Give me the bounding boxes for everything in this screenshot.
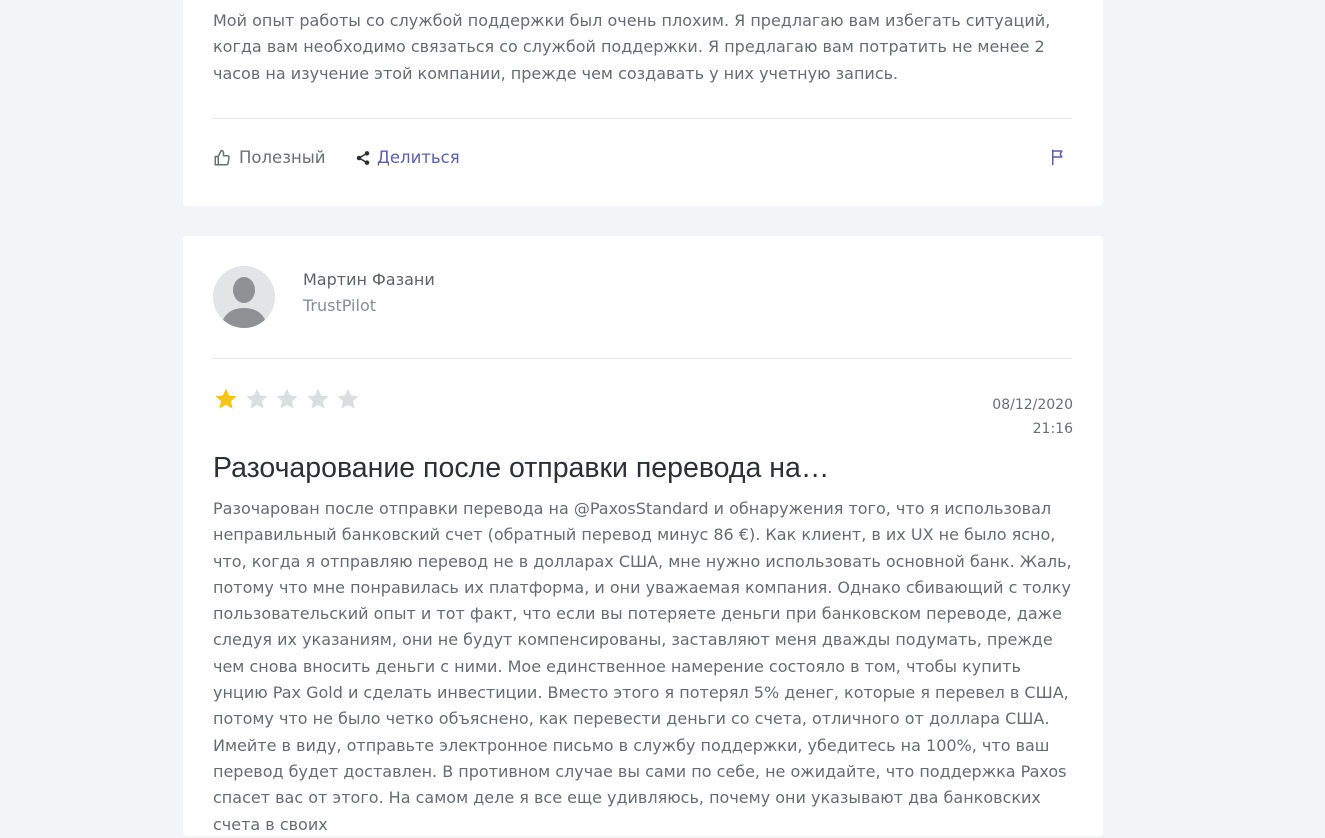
author-name: Мартин Фазани — [303, 270, 435, 289]
share-icon — [355, 150, 371, 166]
avatar — [213, 266, 275, 328]
review-text: Разочарован после отправки перевода на @… — [213, 499, 1072, 834]
flag-icon — [1049, 149, 1067, 170]
share-button[interactable]: Делиться — [355, 148, 460, 167]
thumbs-up-icon — [213, 149, 231, 167]
helpful-label: Полезный — [239, 148, 326, 167]
star-filled-icon — [215, 388, 237, 409]
review-source: TrustPilot — [303, 296, 376, 315]
star-rating — [213, 386, 366, 412]
review-text: Мой опыт работы со службой поддержки был… — [213, 11, 1051, 83]
star-empty-icon — [245, 388, 268, 409]
review-time-value: 21:16 — [1032, 421, 1073, 437]
star-empty-icon — [306, 388, 329, 409]
user-silhouette-icon — [213, 266, 275, 328]
report-button[interactable] — [1049, 148, 1067, 170]
star-empty-icon — [276, 388, 298, 409]
star-empty-icon — [337, 388, 359, 409]
review-title: Разочарование после отправки перевода на… — [213, 452, 830, 484]
helpful-button[interactable]: Полезный — [213, 148, 326, 167]
share-label: Делиться — [377, 148, 460, 167]
review-date: 08/12/2020 21:16 — [992, 393, 1073, 441]
review-card: Мой опыт работы со службой поддержки был… — [183, 0, 1103, 206]
review-date-value: 08/12/2020 — [992, 397, 1073, 413]
divider — [212, 118, 1072, 119]
review-card: Мартин Фазани TrustPilot 08/12/2020 21:1… — [183, 236, 1103, 836]
review-actions: Полезный Делиться — [213, 148, 1073, 172]
divider — [212, 358, 1072, 359]
